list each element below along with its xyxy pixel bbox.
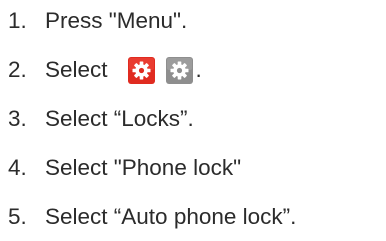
step-number: 3. — [8, 106, 27, 131]
step-trailing-period: . — [195, 57, 202, 82]
step-text: Select “Auto phone lock”. — [45, 204, 297, 229]
step-number: 1. — [8, 8, 27, 33]
instruction-list: 1. Press "Menu". 2. Select . 3. Select “… — [0, 0, 386, 241]
settings-gear-grey-icon — [165, 56, 193, 84]
step-text: Select "Phone lock" — [45, 155, 242, 180]
step-3: 3. Select “Locks”. — [8, 101, 194, 137]
step-1: 1. Press "Menu". — [8, 3, 187, 39]
step-5: 5. Select “Auto phone lock”. — [8, 199, 296, 235]
step-number: 5. — [8, 204, 27, 229]
step-text: Select — [45, 57, 108, 82]
step-number: 4. — [8, 155, 27, 180]
step-number: 2. — [8, 57, 27, 82]
step-text: Press "Menu". — [45, 8, 188, 33]
step-text: Select “Locks”. — [45, 106, 194, 131]
step-4: 4. Select "Phone lock" — [8, 150, 241, 186]
step-2: 2. Select . — [8, 52, 202, 88]
settings-gear-red-icon — [127, 56, 155, 84]
